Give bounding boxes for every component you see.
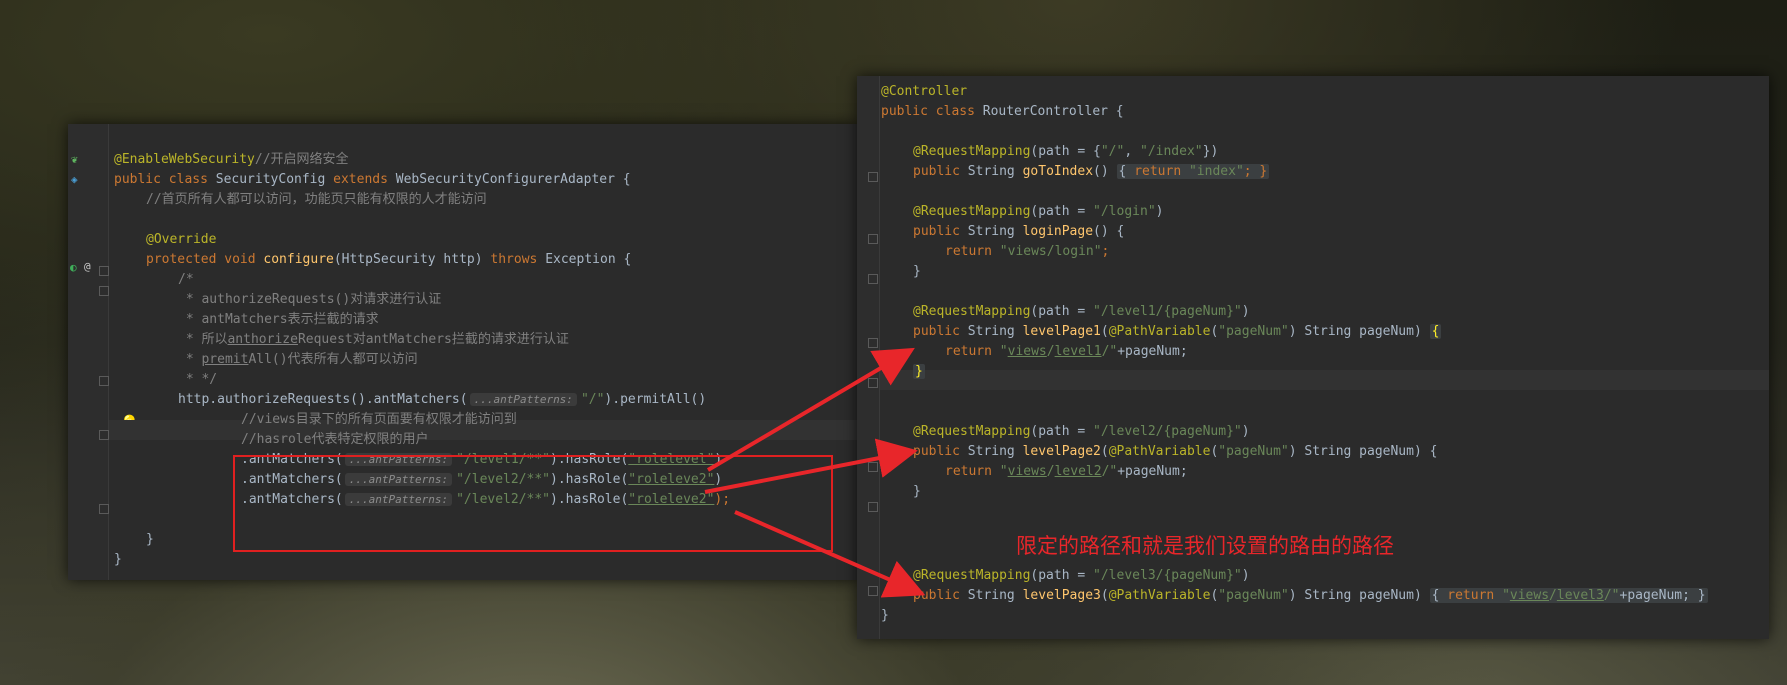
arrow-level3 [734,510,926,598]
annotation-caption: 限定的路径和就是我们设置的路由的路径 [1016,534,1394,558]
annotation-arrows [704,347,926,598]
arrow-level1 [706,347,915,472]
arrow-level2 [704,438,918,494]
